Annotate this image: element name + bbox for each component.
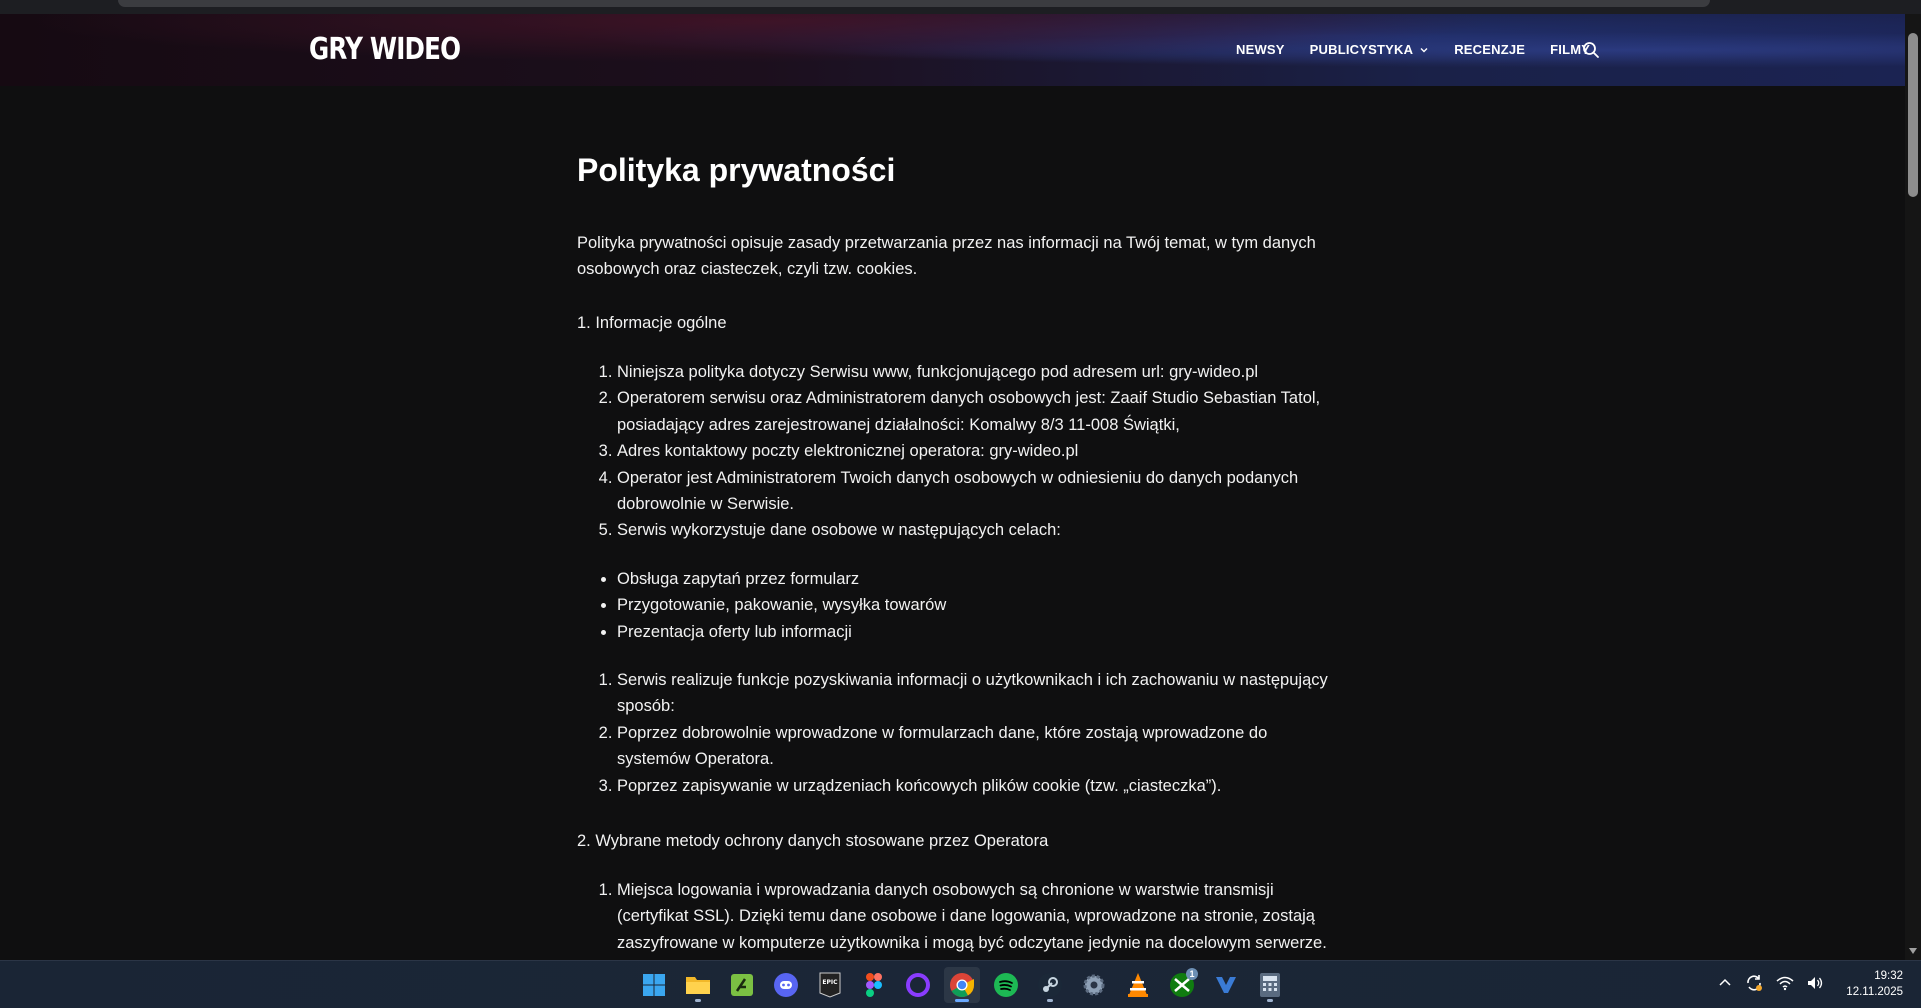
spotify-icon[interactable] — [988, 967, 1024, 1003]
settings-icon[interactable] — [1076, 967, 1112, 1003]
protection-list: Miejsca logowania i wprowadzania danych … — [577, 877, 1337, 956]
chevron-down-icon — [1420, 47, 1428, 52]
time-text: 19:32 — [1874, 970, 1903, 982]
purposes-list: Obsługa zapytań przez formularz Przygoto… — [577, 566, 1337, 645]
vlc-icon[interactable] — [1120, 967, 1156, 1003]
list-item: Operator jest Administratorem Twoich dan… — [617, 465, 1337, 518]
calculator-icon[interactable] — [1252, 967, 1288, 1003]
app-a-icon[interactable] — [724, 967, 760, 1003]
running-indicator — [1047, 999, 1053, 1002]
windows-taskbar: EPIC 1 19:32 12.11.2025 — [0, 960, 1921, 1008]
page-title: Polityka prywatności — [577, 152, 896, 188]
date-text: 12.11.2025 — [1846, 986, 1903, 998]
svg-text:EPIC: EPIC — [822, 979, 838, 986]
section-heading: 1. Informacje ogólne — [577, 314, 727, 332]
active-indicator — [955, 999, 969, 1002]
wifi-icon[interactable] — [1776, 975, 1794, 991]
start-icon[interactable] — [636, 967, 672, 1003]
collection-list: Serwis realizuje funkcje pozyskiwania in… — [577, 667, 1337, 799]
xbox-icon[interactable]: 1 — [1164, 967, 1200, 1003]
list-item: Adres kontaktowy poczty elektronicznej o… — [617, 438, 1337, 464]
nav-item-publicystyka[interactable]: PUBLICYSTYKA — [1310, 42, 1430, 57]
section-heading: 2. Wybrane metody ochrony danych stosowa… — [577, 832, 1049, 850]
list-item: Prezentacja oferty lub informacji — [617, 619, 1337, 645]
file-explorer-icon[interactable] — [680, 967, 716, 1003]
running-indicator — [1267, 999, 1273, 1002]
app-blue-icon[interactable] — [1208, 967, 1244, 1003]
taskbar-apps: EPIC 1 — [636, 967, 1288, 1003]
scroll-thumb[interactable] — [1908, 33, 1918, 197]
general-info-list: Niniejsza polityka dotyczy Serwisu www, … — [577, 359, 1337, 544]
steam-icon[interactable] — [1032, 967, 1068, 1003]
nav-item-newsy[interactable]: NEWSY — [1236, 42, 1285, 57]
nav-label: PUBLICYSTYKA — [1309, 42, 1414, 57]
list-item: Operatorem serwisu oraz Administratorem … — [617, 385, 1337, 438]
figma-icon[interactable] — [856, 967, 892, 1003]
browser-tab-pill — [118, 0, 1710, 7]
list-item: Serwis wykorzystuje dane osobowe w nastę… — [617, 517, 1337, 543]
list-item: Poprzez dobrowolnie wprowadzone w formul… — [617, 720, 1337, 773]
page-scrollbar[interactable] — [1905, 14, 1921, 960]
list-item: Poprzez zapisywanie w urządzeniach końco… — [617, 773, 1337, 799]
list-item: Przygotowanie, pakowanie, wysyłka towaró… — [617, 592, 1337, 618]
notification-badge: 1 — [1186, 968, 1198, 980]
volume-icon[interactable] — [1806, 975, 1824, 991]
sync-icon[interactable] — [1744, 973, 1764, 993]
list-item: Serwis realizuje funkcje pozyskiwania in… — [617, 667, 1337, 720]
intro-paragraph: Polityka prywatności opisuje zasady prze… — [577, 234, 1316, 278]
search-icon[interactable] — [1581, 40, 1601, 60]
browser-top-strip — [0, 0, 1921, 14]
nav-label: RECENZJE — [1454, 42, 1526, 57]
page-content: Polityka prywatności Polityka prywatnośc… — [577, 148, 1337, 952]
scroll-down-arrow-icon[interactable] — [1909, 948, 1917, 954]
site-logo[interactable]: GRY WIDEO — [309, 32, 461, 67]
chrome-icon[interactable] — [944, 967, 980, 1003]
system-tray — [1718, 973, 1824, 993]
running-indicator — [695, 999, 701, 1002]
chevron-up-icon[interactable] — [1718, 976, 1732, 990]
list-item: Niniejsza polityka dotyczy Serwisu www, … — [617, 359, 1337, 385]
discord-icon[interactable] — [768, 967, 804, 1003]
list-item: Obsługa zapytań przez formularz — [617, 566, 1337, 592]
main-nav: NEWSY PUBLICYSTYKA RECENZJE FILMY — [1236, 42, 1615, 57]
site-header: GRY WIDEO NEWSY PUBLICYSTYKA RECENZJE FI… — [0, 14, 1905, 86]
epic-games-icon[interactable]: EPIC — [812, 967, 848, 1003]
app-circle-icon[interactable] — [900, 967, 936, 1003]
list-item: Miejsca logowania i wprowadzania danych … — [617, 877, 1337, 956]
clock[interactable]: 19:32 12.11.2025 — [1846, 968, 1903, 1000]
nav-label: NEWSY — [1236, 42, 1285, 57]
nav-item-recenzje[interactable]: RECENZJE — [1454, 42, 1525, 57]
